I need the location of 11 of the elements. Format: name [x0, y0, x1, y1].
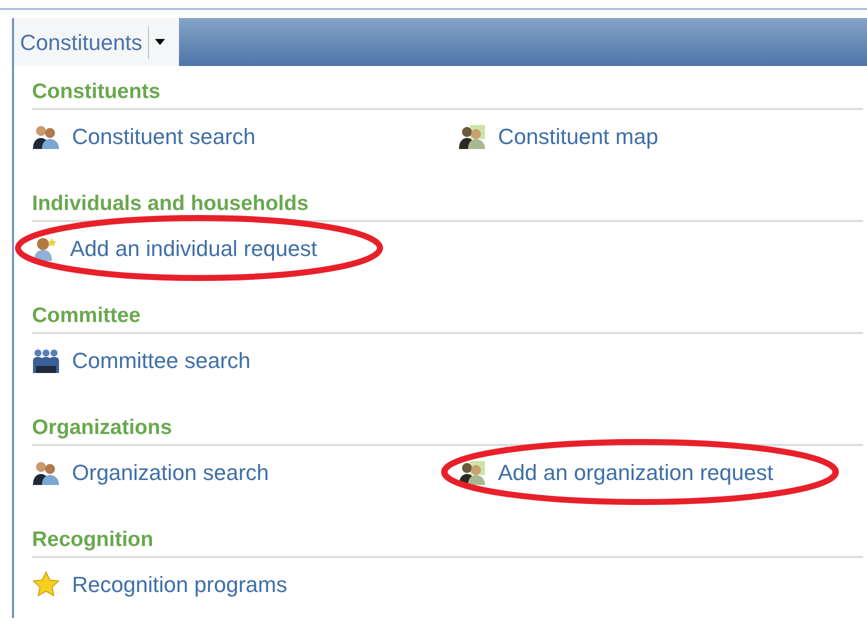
menu-link[interactable]: Constituent map: [458, 120, 658, 153]
menu-tab[interactable]: Constituents: [14, 18, 180, 66]
menu-link[interactable]: Recognition programs: [32, 568, 288, 601]
section-heading: Recognition: [32, 526, 863, 558]
menu-link[interactable]: Committee search: [32, 344, 251, 377]
menu-link[interactable]: Organization search: [32, 456, 269, 489]
section-heading: Organizations: [32, 414, 863, 446]
section-heading: Constituents: [32, 78, 863, 110]
section-heading: Individuals and households: [32, 190, 863, 222]
menu-link[interactable]: Constituent search: [32, 120, 256, 153]
section-heading: Committee: [32, 302, 863, 334]
